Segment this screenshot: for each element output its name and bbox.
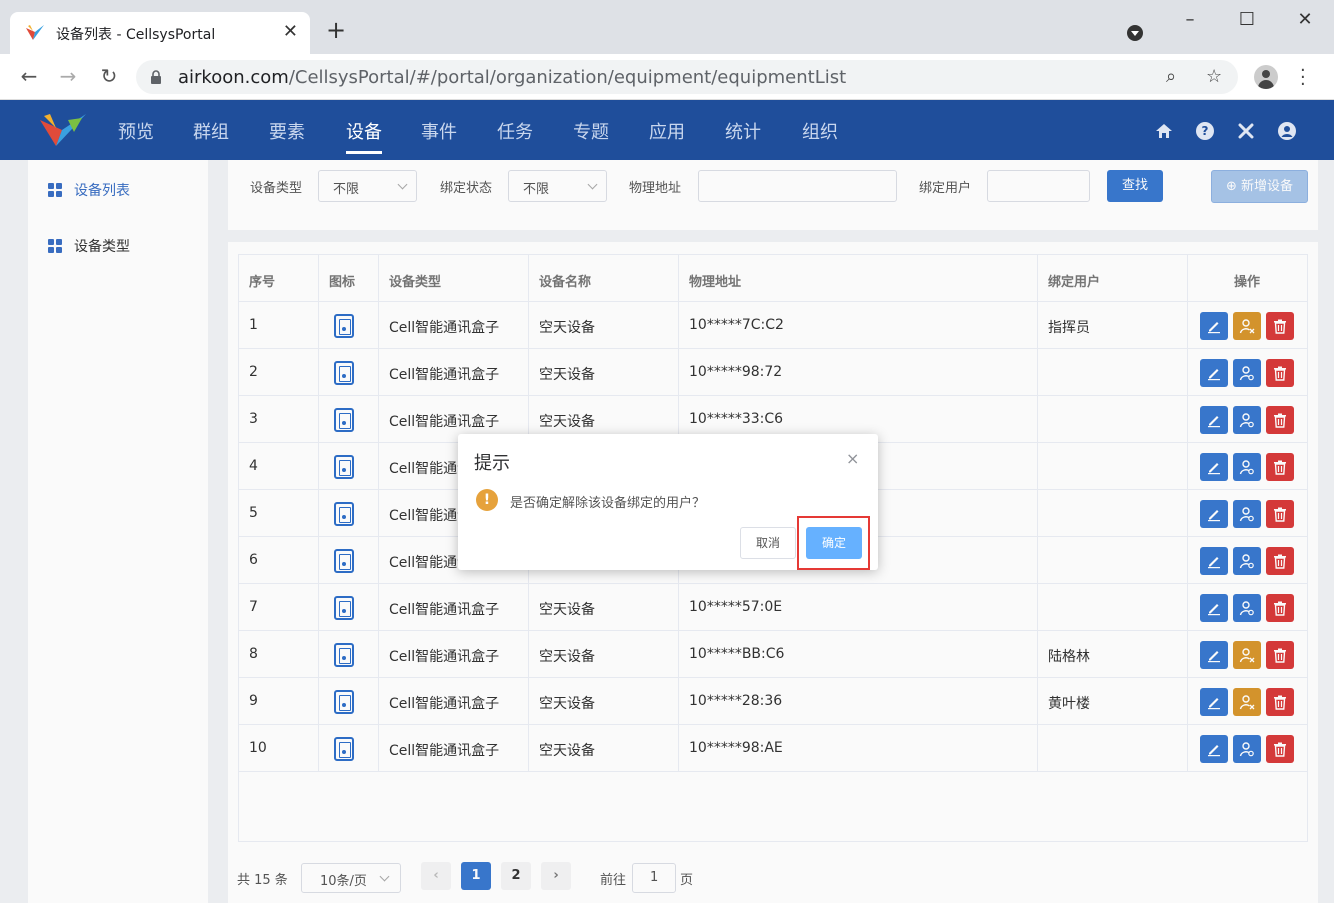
menu-organization[interactable]: 组织 xyxy=(802,118,838,144)
dialog-message: 是否确定解除该设备绑定的用户？ xyxy=(510,496,706,511)
dialog-title: 提示 xyxy=(474,453,510,474)
confirm-dialog: 提示 × ! 是否确定解除该设备绑定的用户？ 取消 确定 xyxy=(458,434,878,570)
tab-title: 设备列表 - CellsysPortal xyxy=(56,27,216,43)
maximize-button[interactable]: ☐ xyxy=(1232,6,1262,34)
menu-preview[interactable]: 预览 xyxy=(118,118,154,144)
user-icon[interactable] xyxy=(1278,122,1296,140)
help-icon[interactable]: ? xyxy=(1196,122,1214,140)
favicon-icon xyxy=(26,25,44,40)
url-text: airkoon.com/CellsysPortal/#/portal/organ… xyxy=(178,67,846,88)
app-header: 预览 群组 要素 设备 事件 任务 专题 应用 统计 组织 ? xyxy=(0,100,1334,160)
menu-task[interactable]: 任务 xyxy=(497,118,533,144)
reload-icon[interactable]: ↻ xyxy=(96,64,122,88)
tools-icon[interactable] xyxy=(1237,122,1255,140)
menu-group[interactable]: 群组 xyxy=(193,118,229,144)
bookmark-star-icon[interactable]: ☆ xyxy=(1206,66,1222,87)
forward-icon[interactable]: → xyxy=(55,64,81,88)
cancel-button[interactable]: 取消 xyxy=(740,527,796,559)
lock-icon xyxy=(151,70,161,84)
tab-search-icon[interactable] xyxy=(1127,25,1143,41)
browser-toolbar: ← → ↻ airkoon.com/CellsysPortal/#/portal… xyxy=(0,54,1334,100)
active-menu-indicator xyxy=(346,151,382,154)
menu-device[interactable]: 设备 xyxy=(346,118,382,144)
browser-tab[interactable]: 设备列表 - CellsysPortal ✕ xyxy=(10,12,310,54)
home-icon[interactable] xyxy=(1155,122,1173,140)
close-icon[interactable]: × xyxy=(846,449,859,468)
highlight-box xyxy=(797,516,870,570)
tab-close-icon[interactable]: ✕ xyxy=(283,21,298,42)
window-close-button[interactable]: ✕ xyxy=(1290,6,1320,34)
menu-event[interactable]: 事件 xyxy=(421,118,457,144)
menu-statistics[interactable]: 统计 xyxy=(725,118,761,144)
browser-menu-icon[interactable]: · · · xyxy=(1300,62,1306,94)
menu-feature[interactable]: 要素 xyxy=(269,118,305,144)
browser-tabbar: 设备列表 - CellsysPortal ✕ + – ☐ ✕ xyxy=(0,0,1334,54)
back-icon[interactable]: ← xyxy=(16,64,42,88)
menu-application[interactable]: 应用 xyxy=(649,118,685,144)
app-logo xyxy=(40,114,86,146)
minimize-button[interactable]: – xyxy=(1175,6,1205,34)
profile-avatar-icon[interactable] xyxy=(1254,65,1278,89)
url-host: airkoon.com xyxy=(178,67,289,88)
menu-topic[interactable]: 专题 xyxy=(573,118,609,144)
address-bar[interactable]: airkoon.com/CellsysPortal/#/portal/organ… xyxy=(136,60,1238,94)
warning-icon: ! xyxy=(476,489,498,511)
zoom-icon[interactable]: ⌕ xyxy=(1166,66,1176,87)
new-tab-button[interactable]: + xyxy=(326,18,346,42)
url-path: /CellsysPortal/#/portal/organization/equ… xyxy=(288,67,847,88)
